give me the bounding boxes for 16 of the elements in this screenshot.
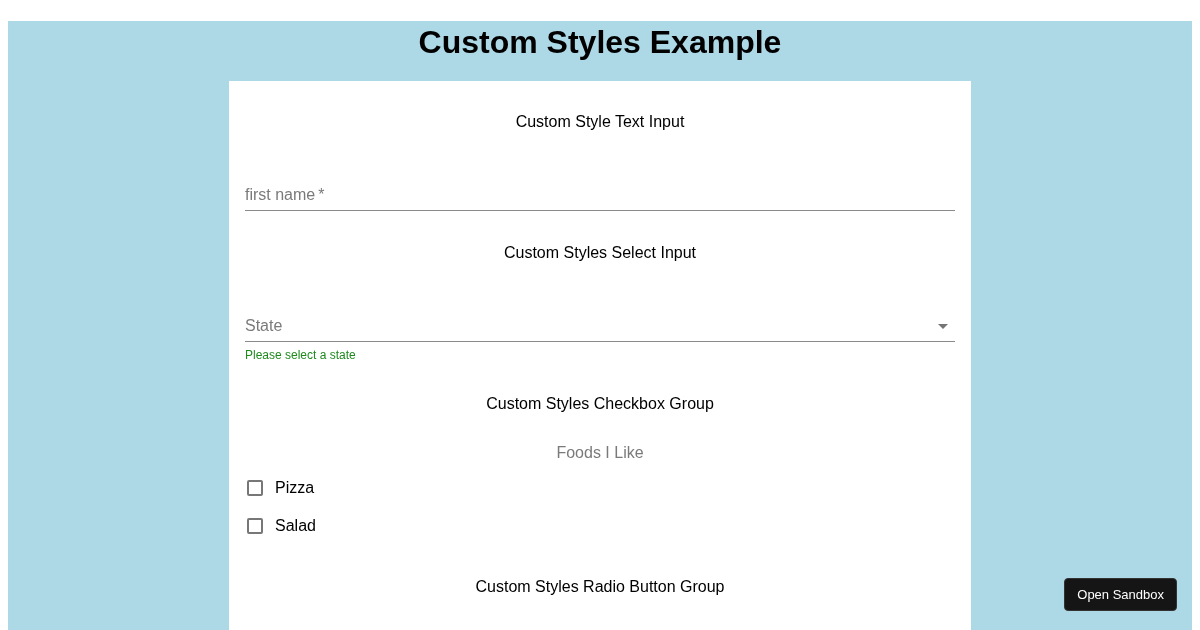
first-name-field[interactable]: first name *	[245, 185, 955, 211]
page-title: Custom Styles Example	[418, 23, 782, 61]
checkbox-label: Pizza	[275, 479, 315, 497]
section-heading: Custom Style Text Input	[514, 112, 686, 132]
state-select[interactable]: State	[245, 316, 955, 342]
helper-text: Please select a state	[245, 348, 357, 362]
section-heading: Custom Styles Radio Button Group	[474, 577, 726, 597]
open-sandbox-button[interactable]: Open Sandbox	[1064, 578, 1177, 611]
section-heading: Custom Styles Checkbox Group	[485, 394, 715, 414]
dropdown-caret-icon	[938, 323, 948, 329]
field-label: first name *	[245, 185, 326, 205]
checkbox[interactable]	[247, 480, 263, 496]
group-legend: Foods I Like	[245, 443, 955, 463]
checkbox-label: Salad	[275, 517, 316, 535]
checkbox[interactable]	[247, 518, 263, 534]
section-heading: Custom Styles Select Input	[502, 243, 698, 263]
